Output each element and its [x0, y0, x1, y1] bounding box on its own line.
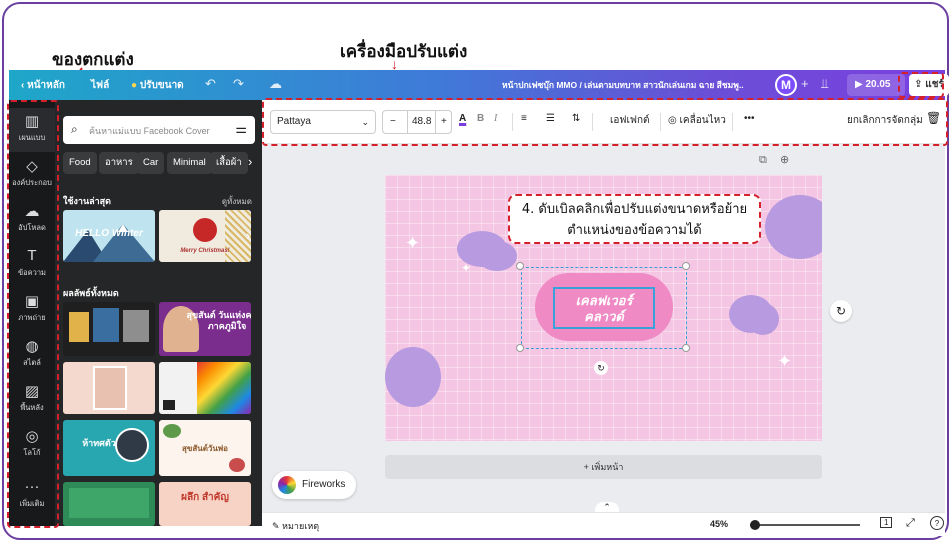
- fireworks-icon: [278, 476, 296, 494]
- leaf-decoration: [163, 424, 181, 438]
- cloud-shape[interactable]: [385, 347, 441, 407]
- resize-handle[interactable]: [516, 344, 524, 352]
- search-icon: ⌕: [71, 122, 78, 136]
- cloud-saved-icon: ☁: [269, 76, 282, 91]
- photo-circle: [193, 218, 217, 242]
- woman-photo: [93, 366, 127, 410]
- resize-label: ปรับขนาด: [139, 80, 184, 91]
- runner-photo-1: [69, 312, 89, 342]
- fireworks-badge[interactable]: Fireworks: [272, 471, 356, 499]
- highlight-side-rail: [7, 100, 59, 528]
- template-6-text: สุขสันต์วันพ่อ: [182, 444, 228, 453]
- present-button[interactable]: ▶ 20.05: [847, 74, 905, 96]
- recent-template-2[interactable]: Merry Christmas!: [159, 210, 251, 262]
- cloud-shape[interactable]: [747, 303, 779, 335]
- notes-icon: ✎: [272, 521, 283, 531]
- add-page-icon[interactable]: ⊕: [780, 153, 789, 166]
- home-label: หน้าหลัก: [27, 80, 65, 91]
- rainbow-flag-image: [197, 362, 251, 414]
- cloud-shape[interactable]: [477, 241, 517, 271]
- template-2[interactable]: สุขสันต์ วันแห่งความ ภาคภูมิใจ: [159, 302, 251, 356]
- rotate-handle-icon[interactable]: ↻: [594, 361, 608, 375]
- help-icon[interactable]: ?: [930, 516, 944, 530]
- resize-button[interactable]: ● ปรับขนาด: [131, 78, 184, 93]
- template-6[interactable]: สุขสันต์วันพ่อ: [159, 420, 251, 476]
- status-bar: ✎ หมายเหตุ 45% 1 ⤢ ?: [262, 512, 945, 536]
- zoom-slider[interactable]: [750, 524, 860, 526]
- refresh-icon[interactable]: ↻: [830, 300, 852, 322]
- recent-template-1[interactable]: HELLO Winter: [63, 210, 155, 262]
- add-collaborator-icon[interactable]: +: [801, 76, 809, 91]
- green-card: [69, 488, 149, 518]
- templates-panel: ⌕ ค้นหาแม่แบบ Facebook Cover ⚌ Food อาหา…: [55, 100, 262, 526]
- template-8-text: ผลึก สำคัญ: [181, 492, 229, 503]
- resize-handle[interactable]: [516, 262, 524, 270]
- search-placeholder: ค้นหาแม่แบบ Facebook Cover: [89, 126, 210, 136]
- search-input[interactable]: ⌕ ค้นหาแม่แบบ Facebook Cover ⚌: [63, 116, 255, 144]
- page-count[interactable]: 1: [880, 517, 893, 528]
- add-page-button[interactable]: + เพิ่มหน้า: [385, 455, 822, 479]
- resize-handle[interactable]: [682, 262, 690, 270]
- sparkle-icon: ✦: [777, 351, 793, 371]
- callout-line-2: ตำแหน่งของข้อความได้: [567, 223, 702, 238]
- all-results-title: ผลลัพธ์ทั้งหมด: [63, 288, 119, 298]
- runner-photo-3: [123, 310, 149, 342]
- recent-template-2-text: Merry Christmas!: [180, 248, 230, 254]
- zoom-slider-thumb[interactable]: [750, 520, 760, 530]
- insights-icon[interactable]: ⫫: [821, 76, 828, 92]
- video-badge-icon: [163, 400, 175, 410]
- template-5[interactable]: ห้าทศตัว: [63, 420, 155, 476]
- play-icon: ▶: [855, 79, 866, 90]
- recent-next-icon[interactable]: ›: [246, 228, 250, 243]
- document-title[interactable]: หน้าปกเฟซบุ๊ก MMO / เล่นตามบทบาท สาวนักเ…: [502, 78, 744, 92]
- recent-template-1-text: HELLO Winter: [75, 228, 143, 239]
- recent-title: ใช้งานล่าสุด: [63, 196, 112, 206]
- fullscreen-icon[interactable]: ⤢: [906, 517, 915, 530]
- redo-icon[interactable]: ↷: [233, 76, 244, 92]
- callout-line-1: 4. ดับเบิลคลิกเพื่อปรับแต่งขนาดหรือย้าย: [521, 202, 748, 217]
- see-all-link[interactable]: ดูทั้งหมด: [222, 195, 252, 208]
- chip-food[interactable]: Food: [63, 152, 97, 174]
- undo-icon[interactable]: ↶: [205, 76, 216, 92]
- avatar[interactable]: M: [775, 74, 797, 96]
- headline-line-1[interactable]: เคลฟเวอร์: [555, 293, 653, 309]
- chip-clothes[interactable]: เสื้อผ้า: [210, 152, 248, 174]
- filter-icon[interactable]: ⚌: [235, 121, 247, 137]
- template-7[interactable]: [63, 482, 155, 526]
- flower-decoration: [229, 458, 245, 472]
- top-bar: ‹ หน้าหลัก ไฟล์ ● ปรับขนาด ↶ ↷ ☁ หน้าปกเ…: [9, 70, 949, 100]
- resize-handle[interactable]: [682, 344, 690, 352]
- chip-food-th[interactable]: อาหาร: [99, 152, 139, 174]
- profile-photo: [115, 428, 149, 462]
- file-menu[interactable]: ไฟล์: [91, 78, 109, 93]
- template-8[interactable]: ผลึก สำคัญ: [159, 482, 251, 526]
- notes-label: หมายเหตุ: [282, 521, 320, 531]
- template-2-text: สุขสันต์ วันแห่งความ ภาคภูมิใจ: [186, 310, 251, 331]
- duplicate-page-icon[interactable]: ⧉: [759, 154, 767, 167]
- instruction-callout: 4. ดับเบิลคลิกเพื่อปรับแต่งขนาดหรือย้าย …: [508, 194, 761, 244]
- runner-photo-2: [93, 308, 119, 342]
- template-1[interactable]: [63, 302, 155, 356]
- chip-car[interactable]: Car: [137, 152, 165, 174]
- selected-text-box[interactable]: เคลฟเวอร์ คลาวด์: [553, 287, 655, 329]
- headline-line-2[interactable]: คลาวด์: [555, 309, 653, 325]
- template-4[interactable]: [159, 362, 251, 414]
- template-3[interactable]: [63, 362, 155, 414]
- crown-icon: ●: [131, 80, 140, 91]
- home-button[interactable]: ‹ หน้าหลัก: [21, 78, 65, 93]
- notes-button[interactable]: ✎ หมายเหตุ: [272, 519, 319, 533]
- highlight-toolbar: [262, 98, 948, 146]
- chip-minimal[interactable]: Minimal: [167, 152, 212, 174]
- sparkle-icon: ✦: [461, 261, 472, 275]
- fireworks-label: Fireworks: [302, 479, 346, 490]
- sparkle-icon: ✦: [405, 233, 421, 253]
- highlight-share: [898, 72, 944, 98]
- present-label: 20.05: [865, 79, 891, 90]
- annotation-tools-label: เครื่องมือปรับแต่ง: [340, 42, 468, 62]
- zoom-value[interactable]: 45%: [710, 519, 728, 529]
- chips-next-icon[interactable]: ›: [248, 154, 252, 169]
